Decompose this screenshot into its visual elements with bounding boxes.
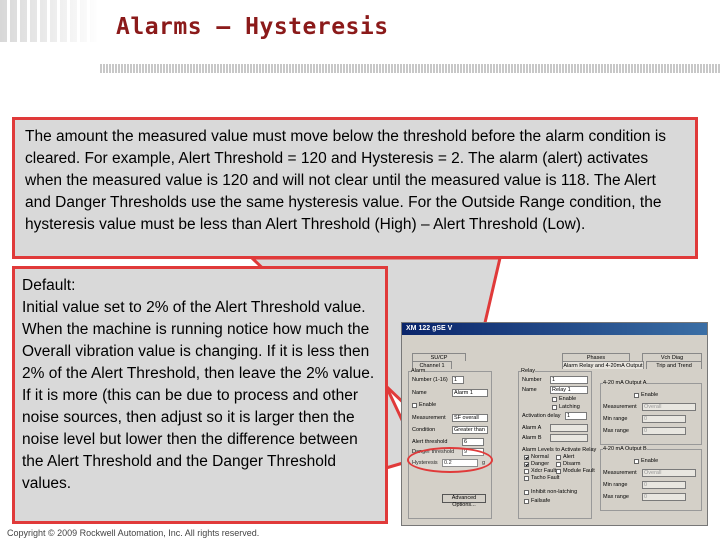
alarm-enable-checkbox[interactable] — [412, 403, 417, 408]
alert-threshold-label: Alert threshold — [412, 439, 448, 445]
alarm-levels-label: Alarm Levels to Activate Relay — [522, 447, 597, 453]
relay-group-label: Relay — [521, 368, 536, 374]
output-a-min-field[interactable]: 0 — [642, 415, 686, 423]
relay-name-field[interactable]: Relay 1 — [550, 386, 588, 394]
level-alert-checkbox[interactable] — [556, 455, 561, 460]
output-b-measurement-label: Measurement — [603, 470, 637, 476]
output-a-measurement-select[interactable]: Overall — [642, 403, 696, 411]
alarm-b-select[interactable] — [550, 434, 588, 442]
level-tacho-fault-label: Tacho Fault — [531, 475, 560, 481]
tab-vch-diag[interactable]: Vch Diag — [642, 353, 702, 361]
failsafe-checkbox[interactable] — [524, 499, 529, 504]
alarm-number-field[interactable]: 1 — [452, 376, 464, 384]
alarm-measurement-label: Measurement — [412, 415, 446, 421]
alarm-name-field[interactable]: Alarm 1 — [452, 389, 488, 397]
output-a-min-label: Min range — [603, 416, 628, 422]
output-a-enable-label: Enable — [641, 392, 659, 398]
dialog-titlebar: XM 122 gSE V — [402, 323, 707, 335]
hysteresis-highlight-ellipse — [407, 447, 493, 473]
callout-top-text: The amount the measured value must move … — [25, 128, 667, 233]
config-dialog: XM 122 gSE V SU/CP Phases Vch Diag Chann… — [401, 322, 708, 526]
callout-left-heading: Default: — [22, 277, 76, 294]
callout-left: Default: Initial value set to 2% of the … — [12, 266, 388, 524]
alarm-measurement-select[interactable]: SF overall — [452, 414, 488, 422]
level-normal-label: Normal — [531, 454, 549, 460]
alarm-name-label: Name — [412, 390, 427, 396]
tab-phases[interactable]: Phases — [562, 353, 630, 361]
level-disarm-label: Disarm — [563, 461, 581, 467]
alarm-condition-select[interactable]: Greater than — [452, 426, 488, 434]
relay-latching-label: Latching — [559, 404, 580, 410]
level-alert-label: Alert — [563, 454, 575, 460]
level-tacho-fault-checkbox[interactable] — [524, 476, 529, 481]
output-b-min-field[interactable]: 0 — [642, 481, 686, 489]
output-a-max-label: Max range — [603, 428, 629, 434]
callout-top: The amount the measured value must move … — [12, 117, 698, 259]
activation-delay-label: Activation delay — [522, 413, 561, 419]
tab-trip-trend[interactable]: Trip and Trend — [646, 361, 702, 369]
alarm-group-label: Alarm — [411, 368, 426, 374]
output-b-max-field[interactable]: 0 — [642, 493, 686, 501]
activation-delay-field[interactable]: 1 — [565, 412, 587, 420]
tab-alarm-relay[interactable]: Alarm Relay and 4-20mA Output — [562, 361, 644, 369]
output-b-max-label: Max range — [603, 494, 629, 500]
output-b-min-label: Min range — [603, 482, 628, 488]
output-a-group-label: 4-20 mA Output A — [603, 380, 647, 386]
level-module-fault-label: Module Fault — [563, 468, 595, 474]
inhibit-label: Inhibit non-latching — [531, 489, 578, 495]
alarm-b-label: Alarm B — [522, 435, 542, 441]
relay-enable-label: Enable — [559, 396, 577, 402]
relay-enable-checkbox[interactable] — [552, 397, 557, 402]
output-b-enable-checkbox[interactable] — [634, 459, 639, 464]
output-b-group-label: 4-20 mA Output B — [603, 446, 647, 452]
output-a-enable-checkbox[interactable] — [634, 393, 639, 398]
advanced-options-button[interactable]: Advanced Options... — [442, 494, 486, 508]
inhibit-checkbox[interactable] — [524, 490, 529, 495]
relay-latching-checkbox[interactable] — [552, 405, 557, 410]
output-b-measurement-select[interactable]: Overall — [642, 469, 696, 477]
relay-name-label: Name — [522, 387, 537, 393]
relay-number-select[interactable]: 1 — [550, 376, 588, 384]
level-module-fault-checkbox[interactable] — [556, 469, 561, 474]
alert-threshold-field[interactable]: 6 — [462, 438, 484, 446]
level-disarm-checkbox[interactable] — [556, 462, 561, 467]
alarm-number-label: Number (1-16) — [412, 377, 448, 383]
alarm-a-select[interactable] — [550, 424, 588, 432]
alarm-enable-label: Enable — [419, 402, 437, 408]
output-a-measurement-label: Measurement — [603, 404, 637, 410]
alarm-condition-label: Condition — [412, 427, 436, 433]
alarm-a-label: Alarm A — [522, 425, 542, 431]
level-xdcr-fault-checkbox[interactable] — [524, 469, 529, 474]
level-normal-checkbox[interactable] — [524, 455, 529, 460]
output-b-enable-label: Enable — [641, 458, 659, 464]
relay-number-label: Number — [522, 377, 542, 383]
level-xdcr-fault-label: Xdcr Fault — [531, 468, 557, 474]
copyright-footer: Copyright © 2009 Rockwell Automation, In… — [7, 528, 260, 538]
tab-su-cp[interactable]: SU/CP — [412, 353, 466, 361]
failsafe-label: Failsafe — [531, 498, 551, 504]
level-danger-label: Danger — [531, 461, 550, 467]
callout-left-text: Initial value set to 2% of the Alert Thr… — [22, 299, 375, 492]
output-a-max-field[interactable]: 0 — [642, 427, 686, 435]
level-danger-checkbox[interactable] — [524, 462, 529, 467]
